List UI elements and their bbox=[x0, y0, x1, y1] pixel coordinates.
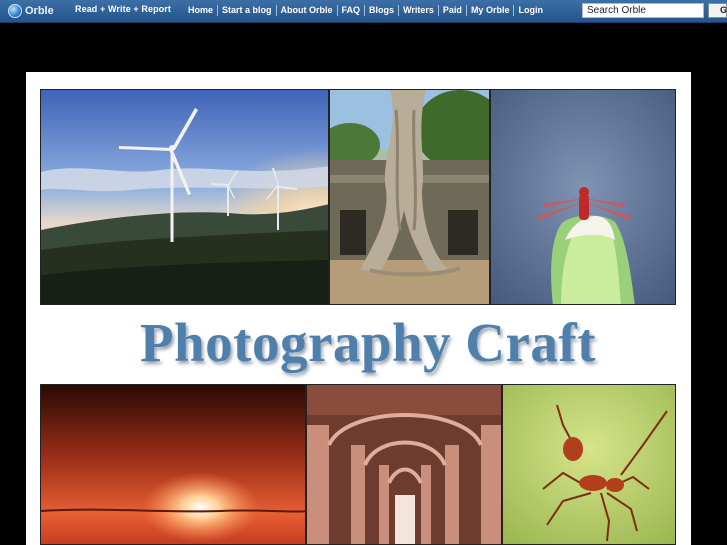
brand-name: Orble bbox=[25, 5, 54, 17]
nav-home[interactable]: Home bbox=[184, 3, 217, 18]
nav-about-orble[interactable]: About Orble bbox=[277, 3, 337, 18]
nav-my-orble[interactable]: My Orble bbox=[467, 3, 514, 18]
top-navigation-bar: Orble Read + Write + Report Home Start a… bbox=[0, 0, 727, 23]
blog-title[interactable]: Photography Craft bbox=[52, 308, 684, 378]
nav-start-a-blog[interactable]: Start a blog bbox=[218, 3, 276, 18]
photo-arches bbox=[306, 384, 502, 545]
photo-dragonfly bbox=[490, 89, 676, 305]
nav-login[interactable]: Login bbox=[514, 3, 547, 18]
main-nav: Home Start a blog About Orble FAQ Blogs … bbox=[184, 3, 547, 18]
nav-writers[interactable]: Writers bbox=[399, 3, 438, 18]
tagline-link[interactable]: Read + Write + Report bbox=[75, 4, 171, 14]
photo-sunset bbox=[40, 384, 306, 545]
globe-icon bbox=[8, 4, 22, 18]
photo-wind-turbines bbox=[40, 89, 329, 305]
orble-logo[interactable]: Orble bbox=[8, 2, 54, 20]
nav-faq[interactable]: FAQ bbox=[338, 3, 365, 18]
search-go-button[interactable]: G bbox=[708, 3, 727, 18]
blog-header-banner: Photography Craft bbox=[26, 72, 691, 545]
photo-ant bbox=[502, 384, 676, 545]
search-input[interactable]: Search Orble bbox=[582, 3, 704, 18]
nav-paid[interactable]: Paid bbox=[439, 3, 466, 18]
photo-temple-tree bbox=[329, 89, 490, 305]
nav-blogs[interactable]: Blogs bbox=[365, 3, 398, 18]
